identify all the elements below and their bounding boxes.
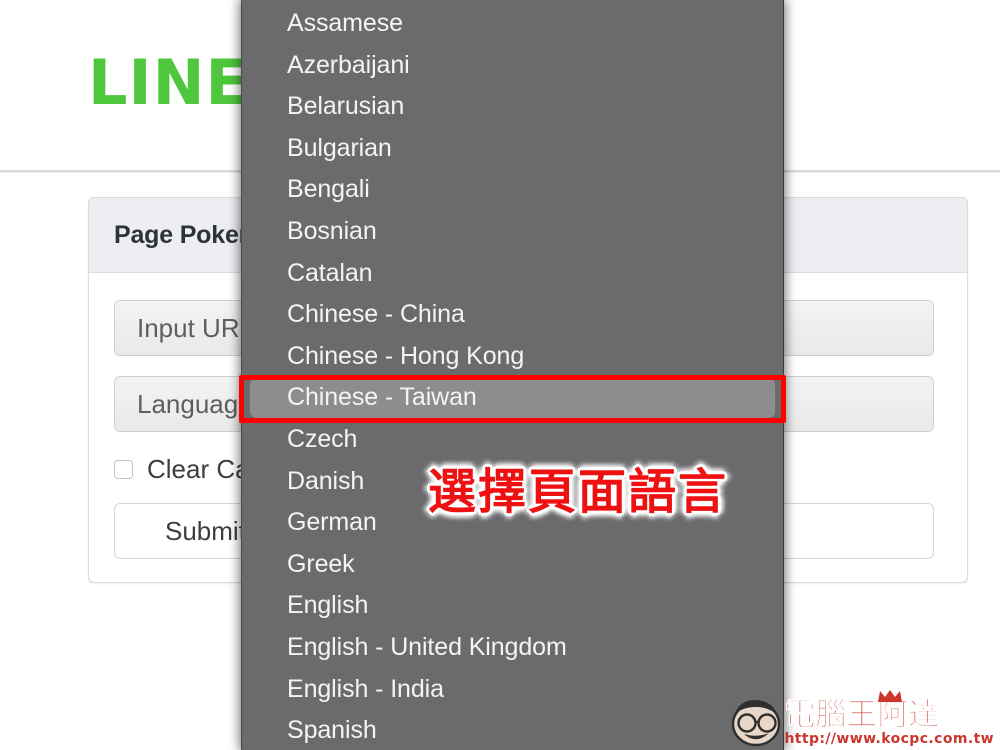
language-option[interactable]: Greek	[242, 544, 783, 586]
language-option-label: German	[287, 508, 377, 537]
language-option[interactable]: Belarusian	[242, 86, 783, 128]
language-option-label: Bosnian	[287, 216, 377, 245]
language-option-label: English - India	[287, 674, 444, 703]
page-title: Page Poker	[114, 220, 249, 249]
clear-cache-checkbox[interactable]	[114, 459, 133, 479]
language-option-label: English	[287, 591, 369, 620]
language-option-label: Belarusian	[287, 92, 405, 121]
language-option-label: Bulgarian	[287, 133, 392, 162]
language-option-label: Assamese	[287, 9, 403, 37]
language-option[interactable]: Bosnian	[242, 211, 783, 253]
mascot-face-icon	[732, 699, 781, 747]
language-option[interactable]: English - United Kingdom	[242, 627, 783, 669]
language-option[interactable]: Assamese	[242, 3, 783, 45]
language-option-label: English - United Kingdom	[287, 632, 567, 661]
language-option-label: Spanish	[287, 716, 377, 745]
language-option[interactable]: Azerbaijani	[242, 45, 783, 87]
language-option-list: Assamese Azerbaijani Belarusian Bulgarian Be…	[242, 3, 783, 750]
crown-icon	[878, 689, 903, 702]
language-option[interactable]: Chinese - Taiwan	[242, 377, 783, 419]
watermark-text: 電腦王阿達 http://www.kocpc.com.tw	[784, 689, 994, 749]
language-option-label: Azerbaijani	[287, 50, 410, 79]
language-option-label: Greek	[287, 549, 355, 578]
language-option-label: Catalan	[287, 258, 373, 287]
language-option[interactable]: Catalan	[242, 253, 783, 295]
language-option[interactable]: Spanish	[242, 710, 783, 750]
language-option[interactable]: Chinese - Hong Kong	[242, 336, 783, 378]
watermark: 電腦王阿達 http://www.kocpc.com.tw	[730, 689, 994, 749]
language-option-label: Bengali	[287, 175, 370, 204]
language-option[interactable]: Chinese - China	[242, 294, 783, 336]
language-option-label: Chinese - China	[287, 300, 465, 329]
language-option-label: Danish	[287, 466, 365, 495]
language-option-label: Czech	[287, 424, 358, 453]
annotation-label: 選擇頁面語言	[428, 464, 729, 520]
language-option[interactable]: English - India	[242, 669, 783, 711]
language-option-label: Chinese - Taiwan	[287, 383, 477, 412]
language-dropdown-menu[interactable]: Assamese Azerbaijani Belarusian Bulgarian Be…	[241, 0, 784, 750]
language-option[interactable]: Bengali	[242, 169, 783, 211]
screenshot-root: LINE Page Poker Input URL Language Clear…	[0, 0, 1000, 750]
watermark-title: 電腦王阿達	[784, 696, 940, 733]
language-option[interactable]: English	[242, 585, 783, 627]
line-logo[interactable]: LINE	[88, 52, 249, 114]
language-option-label: Chinese - Hong Kong	[287, 341, 525, 370]
language-option[interactable]: Bulgarian	[242, 128, 783, 170]
watermark-url: http://www.kocpc.com.tw	[784, 730, 994, 747]
